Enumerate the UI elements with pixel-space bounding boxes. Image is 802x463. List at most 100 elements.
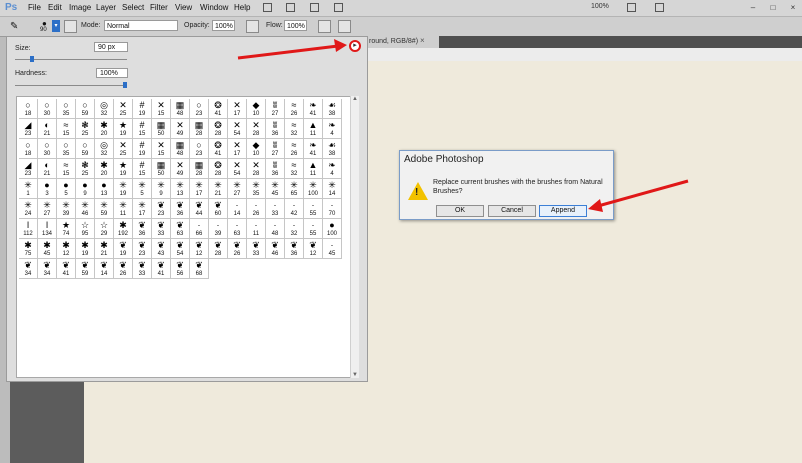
brush-preset[interactable]: · 42 xyxy=(285,199,304,219)
brush-preset[interactable]: ❦ 26 xyxy=(114,259,133,279)
brush-preset[interactable]: ✱ 75 xyxy=(19,239,38,259)
brush-preset[interactable]: ▲ 11 xyxy=(304,159,323,179)
brush-preset[interactable]: ● 13 xyxy=(95,179,114,199)
brush-preset[interactable]: ǀ 112 xyxy=(19,219,38,239)
hardness-slider-thumb[interactable] xyxy=(123,82,127,88)
brush-preset[interactable]: ʬ 27 xyxy=(266,139,285,159)
brush-preset[interactable]: ○ 35 xyxy=(57,99,76,119)
brush-preset[interactable]: ❦ 59 xyxy=(76,259,95,279)
brush-preset[interactable]: ❦ 44 xyxy=(190,199,209,219)
brush-preset[interactable]: ✕ 49 xyxy=(171,159,190,179)
brush-preset[interactable]: ✳ 59 xyxy=(95,199,114,219)
brush-preset[interactable]: ◐ 21 xyxy=(38,119,57,139)
brush-preset[interactable]: ▦ 50 xyxy=(152,159,171,179)
zoom-level-icon[interactable] xyxy=(334,3,343,12)
brush-preset[interactable]: ʬ 36 xyxy=(266,119,285,139)
brush-preset[interactable]: ☆ 95 xyxy=(76,219,95,239)
brush-preset[interactable]: ✕ 54 xyxy=(228,119,247,139)
brush-preset[interactable]: · 32 xyxy=(285,219,304,239)
brush-preset[interactable]: ✱ 192 xyxy=(114,219,133,239)
brush-preset[interactable]: ✳ 19 xyxy=(114,179,133,199)
size-slider-thumb[interactable] xyxy=(29,56,34,62)
brush-preset[interactable]: · 48 xyxy=(266,219,285,239)
brush-preset[interactable]: ǀ 134 xyxy=(38,219,57,239)
menu-select[interactable]: Select xyxy=(122,3,144,12)
brush-preset[interactable]: ✳ 65 xyxy=(285,179,304,199)
brush-preset[interactable]: ✳ 27 xyxy=(228,179,247,199)
brush-preset[interactable]: ○ 59 xyxy=(76,139,95,159)
maximize-button[interactable]: □ xyxy=(766,3,780,12)
brush-preset[interactable]: ✳ 24 xyxy=(19,199,38,219)
brush-preset[interactable]: ◆ 10 xyxy=(247,99,266,119)
scroll-up-icon[interactable]: ▲ xyxy=(351,96,359,102)
brush-preset[interactable]: ❦ 23 xyxy=(133,239,152,259)
brush-preset[interactable]: ◐ 21 xyxy=(38,159,57,179)
brush-preset[interactable]: ❦ 41 xyxy=(57,259,76,279)
brush-preset[interactable]: ○ 59 xyxy=(76,99,95,119)
brush-picker-dropdown[interactable]: ▾ xyxy=(52,20,60,32)
brush-preset[interactable]: ▦ 48 xyxy=(171,139,190,159)
brush-preset[interactable]: ✳ 14 xyxy=(323,179,342,199)
brush-preset[interactable]: ❦ 34 xyxy=(19,259,38,279)
zoom-level[interactable]: 100% xyxy=(591,3,609,10)
preset-scrollbar[interactable]: ▲ ▼ xyxy=(350,96,359,378)
brush-preset[interactable]: ✳ 21 xyxy=(209,179,228,199)
brush-preset[interactable]: ❦ 33 xyxy=(133,259,152,279)
brush-preset[interactable]: ✕ 49 xyxy=(171,119,190,139)
brush-preset[interactable]: ○ 23 xyxy=(190,99,209,119)
brush-preset[interactable]: ✳ 27 xyxy=(38,199,57,219)
brush-preset[interactable]: ❦ 36 xyxy=(285,239,304,259)
brush-preset[interactable]: ❧ 4 xyxy=(323,119,342,139)
brush-preset[interactable]: · 55 xyxy=(304,199,323,219)
brush-preset[interactable]: ◎ 32 xyxy=(95,139,114,159)
brush-preset[interactable]: · 14 xyxy=(228,199,247,219)
brush-preset[interactable]: ❦ 12 xyxy=(190,239,209,259)
brush-preset[interactable]: ✱ 20 xyxy=(95,159,114,179)
extras-icon[interactable] xyxy=(310,3,319,12)
brush-preset[interactable]: ❦ 68 xyxy=(190,259,209,279)
brush-preset[interactable]: ❦ 14 xyxy=(95,259,114,279)
menu-image[interactable]: Image xyxy=(69,3,91,12)
brush-preset[interactable]: ❦ 19 xyxy=(114,239,133,259)
brush-preset[interactable]: ★ 19 xyxy=(114,159,133,179)
brush-preset[interactable]: ❦ 33 xyxy=(152,219,171,239)
brush-preset[interactable]: ○ 30 xyxy=(38,139,57,159)
brush-preset[interactable]: ✱ 19 xyxy=(76,239,95,259)
brush-preset[interactable]: ❦ 63 xyxy=(171,219,190,239)
pressure-size-icon[interactable] xyxy=(338,20,351,33)
brush-preset[interactable]: ❦ 33 xyxy=(247,239,266,259)
brush-preset[interactable]: ≈26 xyxy=(285,99,304,119)
brush-preset[interactable]: ✕ 28 xyxy=(247,119,266,139)
brush-preset[interactable]: · 63 xyxy=(228,219,247,239)
menu-file[interactable]: File xyxy=(28,3,41,12)
brush-preset[interactable]: ✳ 17 xyxy=(133,199,152,219)
brush-preset[interactable]: ○ 35 xyxy=(57,139,76,159)
screen-mode-icon[interactable] xyxy=(655,3,664,12)
brush-preset[interactable]: ❦ 36 xyxy=(171,199,190,219)
brush-preset[interactable]: ★ 19 xyxy=(114,119,133,139)
brush-preset[interactable]: #15 xyxy=(133,119,152,139)
brush-preset[interactable]: ✳ 9 xyxy=(152,179,171,199)
brush-preset[interactable]: ✳ 13 xyxy=(171,179,190,199)
brush-preset[interactable]: ○ 18 xyxy=(19,139,38,159)
menu-edit[interactable]: Edit xyxy=(48,3,62,12)
brush-preset[interactable]: ✕ 15 xyxy=(152,139,171,159)
brush-preset[interactable]: ✕ 17 xyxy=(228,139,247,159)
menu-help[interactable]: Help xyxy=(234,3,250,12)
brush-preset[interactable]: ☙ 38 xyxy=(323,139,342,159)
brush-preset[interactable]: ✳ 100 xyxy=(304,179,323,199)
brush-preset[interactable]: ❧ 4 xyxy=(323,159,342,179)
minibridge-icon[interactable] xyxy=(286,3,295,12)
brush-preset[interactable]: ❂ 41 xyxy=(209,99,228,119)
brush-preset[interactable]: ▦ 48 xyxy=(171,99,190,119)
brush-preset[interactable]: ✳ 5 xyxy=(133,179,152,199)
brush-preset[interactable]: ❦ 56 xyxy=(171,259,190,279)
brush-preset[interactable]: ❂ 41 xyxy=(209,139,228,159)
close-window-button[interactable]: × xyxy=(786,3,800,12)
brush-preset[interactable]: ◢ 23 xyxy=(19,119,38,139)
brush-preset[interactable]: ❦ 43 xyxy=(152,239,171,259)
ok-button[interactable]: OK xyxy=(436,205,484,217)
toggle-brush-panel-icon[interactable] xyxy=(64,20,77,33)
brush-preset[interactable]: · 70 xyxy=(323,199,342,219)
brush-preset[interactable]: ✳ 45 xyxy=(266,179,285,199)
